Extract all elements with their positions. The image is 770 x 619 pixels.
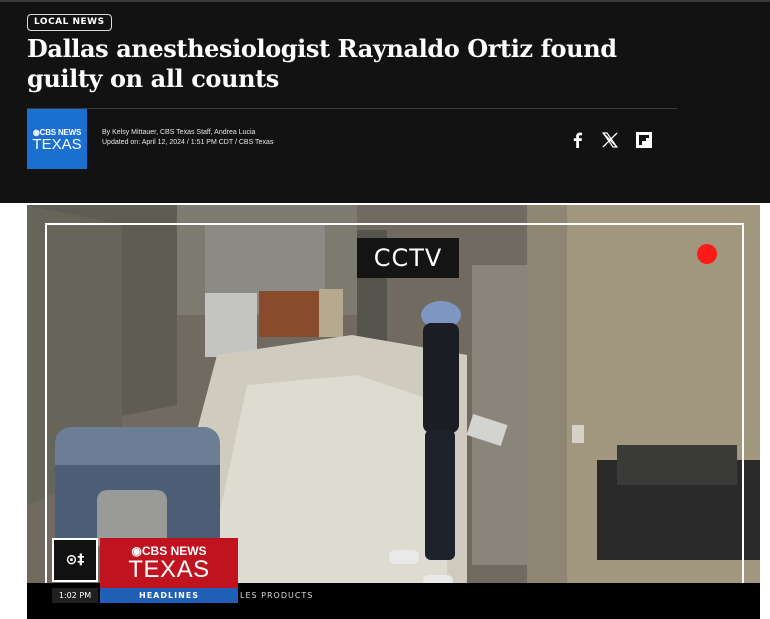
article-title: Dallas anesthesiologist Raynaldo Ortiz f… <box>27 34 617 93</box>
category-badge[interactable]: LOCAL NEWS <box>27 14 112 31</box>
cctv-label: CCTV <box>357 238 459 278</box>
facebook-share-button[interactable] <box>568 130 588 150</box>
byline: By Kelsy Mittauer, CBS Texas Staff, Andr… <box>102 128 273 148</box>
flipboard-share-button[interactable] <box>634 130 654 150</box>
cctv-frame <box>45 223 744 590</box>
news-ticker: LES PRODUCTS <box>240 591 314 600</box>
bug-brand-line-2: TEXAS <box>128 556 210 583</box>
x-icon <box>602 132 618 148</box>
flipboard-icon <box>636 132 652 148</box>
logo-line-2: TEXAS <box>32 136 82 153</box>
recording-indicator-icon <box>697 244 717 264</box>
station-bug-logo: ⊙‡ <box>52 538 98 582</box>
x-share-button[interactable] <box>600 130 620 150</box>
byline-updated: Updated on: April 12, 2024 / 1:51 PM CDT… <box>102 139 274 146</box>
broadcast-time: 1:02 PM <box>52 588 98 603</box>
byline-authors: By Kelsy Mittauer, CBS Texas Staff, Andr… <box>102 129 256 136</box>
header-divider <box>27 108 677 109</box>
cbs-news-texas-logo[interactable]: ◉CBS NEWS TEXAS <box>27 109 87 169</box>
video-player[interactable]: CCTV ⊙‡ ◉CBS NEWS TEXAS 1:02 PM HEADLINE… <box>27 205 760 619</box>
facebook-icon <box>573 132 583 148</box>
cbs-news-texas-bug: ◉CBS NEWS TEXAS <box>100 538 238 589</box>
segment-label: HEADLINES <box>100 588 238 603</box>
article-header: LOCAL NEWS Dallas anesthesiologist Rayna… <box>0 0 770 203</box>
